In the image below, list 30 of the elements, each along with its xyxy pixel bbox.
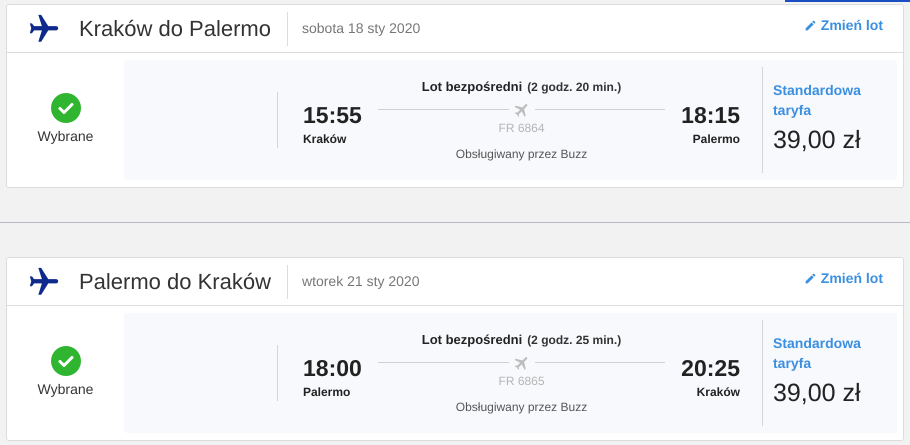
flight-type: Lot bezpośredni bbox=[422, 78, 522, 96]
fare-price: 39,00 zł bbox=[773, 378, 862, 410]
flight-duration: (2 godz. 25 min.) bbox=[527, 332, 622, 350]
departure-time: 18:00 bbox=[303, 354, 362, 383]
route-title: Palermo do Kraków bbox=[79, 268, 271, 296]
flight-number: FR 6865 bbox=[498, 372, 545, 390]
change-flight-link[interactable]: Zmień lot bbox=[804, 268, 883, 289]
flight-number: FR 6864 bbox=[498, 120, 545, 137]
departure-city: Kraków bbox=[303, 131, 348, 148]
operator-text: Obsługiwany przez Buzz bbox=[456, 146, 588, 163]
status-label: Wybrane bbox=[38, 380, 94, 399]
flight-date: sobota 18 sty 2020 bbox=[302, 19, 420, 38]
flight-duration: (2 godz. 20 min.) bbox=[527, 79, 622, 96]
arrival-time: 20:25 bbox=[681, 354, 740, 383]
pencil-icon bbox=[804, 19, 817, 32]
pencil-icon bbox=[804, 272, 817, 285]
arrival-time: 18:15 bbox=[681, 101, 740, 130]
arrival-city: Kraków bbox=[696, 384, 740, 401]
flight-date: wtorek 21 sty 2020 bbox=[302, 272, 420, 291]
departure-time: 15:55 bbox=[303, 101, 362, 130]
fare-price: 39,00 zł bbox=[773, 125, 862, 156]
operator-text: Obsługiwany przez Buzz bbox=[456, 398, 588, 416]
arrival-city: Palermo bbox=[692, 131, 740, 148]
fare-name: Standardowa taryfa bbox=[773, 81, 862, 120]
flight-type: Lot bezpośredni bbox=[422, 331, 522, 350]
departure-city: Palermo bbox=[303, 384, 352, 401]
status-label: Wybrane bbox=[38, 127, 94, 146]
change-flight-link[interactable]: Zmień lot bbox=[804, 15, 883, 36]
route-title: Kraków do Palermo bbox=[79, 15, 271, 43]
fare-name: Standardowa taryfa bbox=[773, 334, 862, 374]
